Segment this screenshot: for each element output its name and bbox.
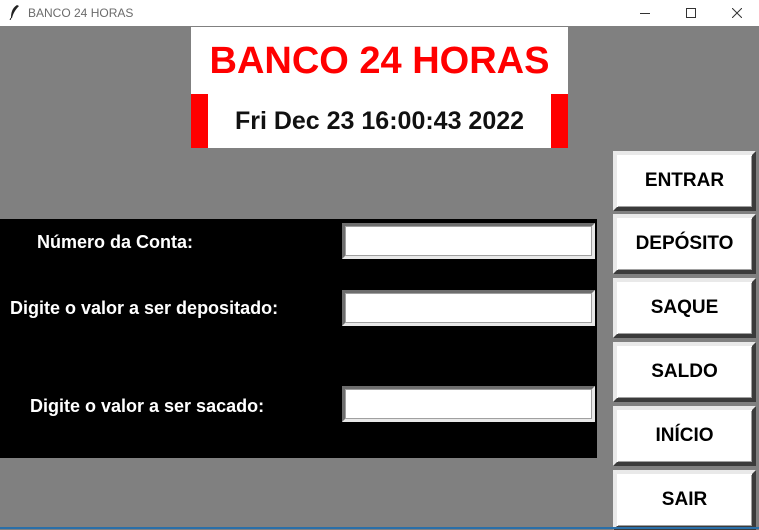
home-button[interactable]: INÍCIO bbox=[613, 406, 756, 466]
deposit-button[interactable]: DEPÓSITO bbox=[613, 214, 756, 274]
form-panel: Número da Conta: Digite o valor a ser de… bbox=[0, 219, 597, 458]
title-bar: BANCO 24 HORAS bbox=[0, 0, 759, 26]
clock-bar: Fri Dec 23 16:00:43 2022 bbox=[191, 94, 568, 148]
minimize-icon bbox=[640, 13, 650, 14]
withdraw-amount-input[interactable] bbox=[342, 386, 595, 422]
maximize-button[interactable] bbox=[668, 0, 714, 26]
exit-button[interactable]: SAIR bbox=[613, 470, 756, 530]
clock-display: Fri Dec 23 16:00:43 2022 bbox=[234, 107, 525, 135]
header-panel: BANCO 24 HORAS Fri Dec 23 16:00:43 2022 bbox=[191, 27, 568, 148]
withdraw-button[interactable]: SAQUE bbox=[613, 278, 756, 338]
feather-icon bbox=[9, 5, 19, 20]
account-number-input[interactable] bbox=[342, 223, 595, 259]
account-number-label: Número da Conta: bbox=[37, 232, 194, 252]
close-button[interactable] bbox=[714, 0, 759, 26]
bank-title: BANCO 24 HORAS bbox=[209, 40, 550, 82]
clock-accent-left bbox=[191, 94, 208, 148]
deposit-amount-label: Digite o valor a ser depositado: bbox=[10, 298, 279, 318]
withdraw-amount-label: Digite o valor a ser sacado: bbox=[30, 396, 265, 416]
enter-button[interactable]: ENTRAR bbox=[613, 151, 756, 211]
maximize-icon bbox=[686, 8, 696, 18]
minimize-button[interactable] bbox=[622, 0, 668, 26]
clock-accent-right bbox=[551, 94, 568, 148]
balance-button[interactable]: SALDO bbox=[613, 342, 756, 402]
window-title: BANCO 24 HORAS bbox=[28, 6, 134, 20]
deposit-amount-input[interactable] bbox=[342, 290, 595, 326]
close-icon bbox=[732, 8, 742, 18]
